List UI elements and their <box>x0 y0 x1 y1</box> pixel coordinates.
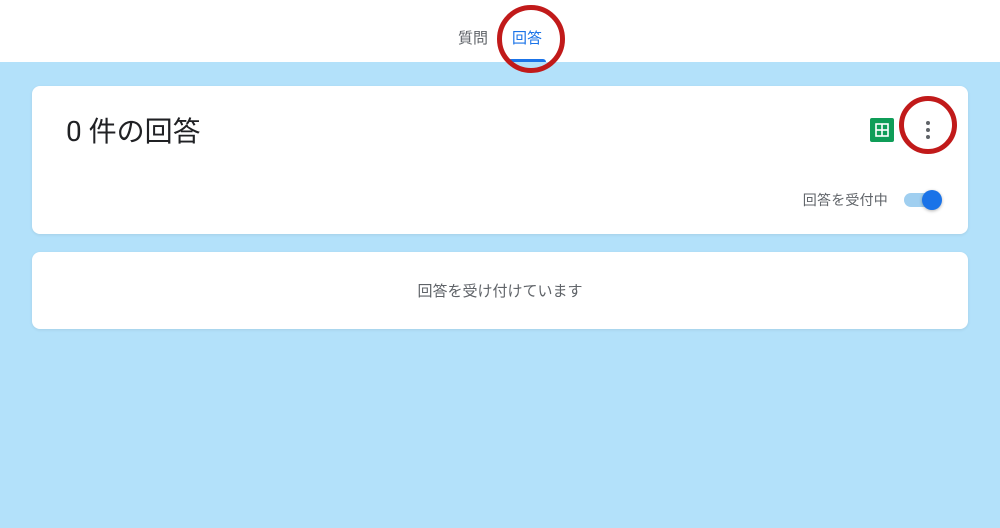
responses-title: 0 件の回答 <box>66 110 201 150</box>
accepting-status-text: 回答を受け付けています <box>60 280 940 301</box>
more-dot-icon <box>926 128 930 132</box>
accepting-toggle-row: 回答を受付中 <box>66 190 940 210</box>
more-options-button[interactable] <box>916 118 940 142</box>
tabs-wrapper: 質問 回答 <box>458 27 542 62</box>
more-dot-icon <box>926 121 930 125</box>
accepting-toggle[interactable] <box>904 193 940 207</box>
tab-responses[interactable]: 回答 <box>512 27 542 62</box>
tab-questions[interactable]: 質問 <box>458 27 488 62</box>
sheets-grid-icon <box>875 123 889 137</box>
accepting-toggle-label: 回答を受付中 <box>803 190 888 210</box>
responses-header-actions <box>870 118 940 142</box>
tabs-bar: 質問 回答 <box>0 0 1000 62</box>
sheets-icon[interactable] <box>870 118 894 142</box>
toggle-knob <box>922 190 942 210</box>
more-dot-icon <box>926 135 930 139</box>
accepting-status-card: 回答を受け付けています <box>32 252 968 329</box>
content-background: 0 件の回答 回答を受付中 <box>0 62 1000 528</box>
responses-header-row: 0 件の回答 <box>66 110 940 150</box>
responses-card: 0 件の回答 回答を受付中 <box>32 86 968 234</box>
